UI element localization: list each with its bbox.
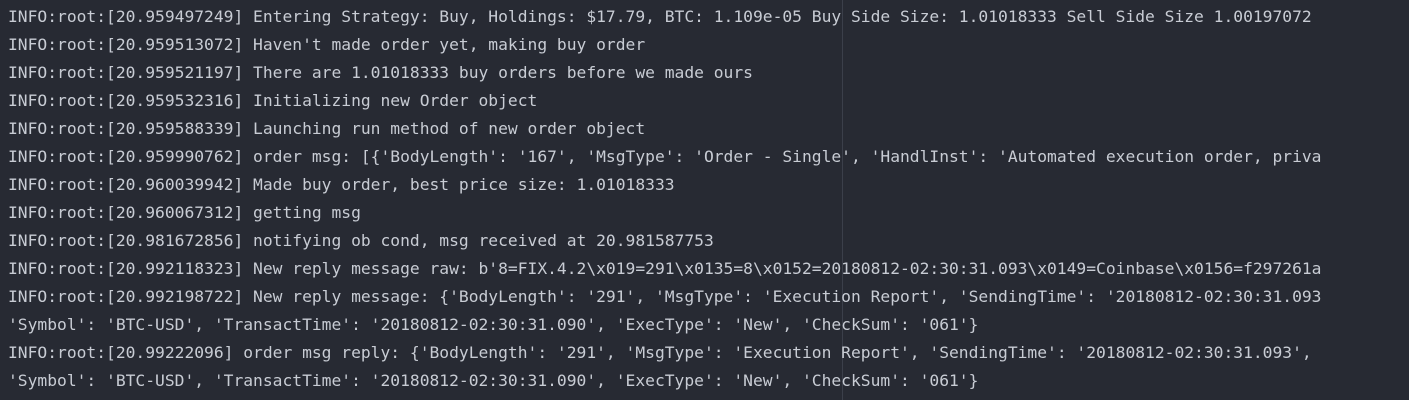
- log-line: INFO:root:[20.959497249] Entering Strate…: [8, 7, 1312, 26]
- log-line: INFO:root:[20.959532316] Initializing ne…: [8, 91, 538, 110]
- log-line: INFO:root:[20.981672856] notifying ob co…: [8, 231, 714, 250]
- log-line: 'Symbol': 'BTC-USD', 'TransactTime': '20…: [8, 315, 979, 334]
- log-line: INFO:root:[20.959990762] order msg: [{'B…: [8, 147, 1322, 166]
- log-line: INFO:root:[20.992198722] New reply messa…: [8, 287, 1322, 306]
- log-line: INFO:root:[20.99222096] order msg reply:…: [8, 343, 1312, 362]
- log-line: INFO:root:[20.959521197] There are 1.010…: [8, 63, 753, 82]
- log-line: INFO:root:[20.959513072] Haven't made or…: [8, 35, 646, 54]
- log-line: INFO:root:[20.992118323] New reply messa…: [8, 259, 1322, 278]
- log-line: 'Symbol': 'BTC-USD', 'TransactTime': '20…: [8, 371, 979, 390]
- log-line: INFO:root:[20.960067312] getting msg: [8, 203, 361, 222]
- log-line: INFO:root:[20.959588339] Launching run m…: [8, 119, 646, 138]
- log-line: INFO:root:[20.960039942] Made buy order,…: [8, 175, 675, 194]
- terminal-output[interactable]: INFO:root:[20.959497249] Entering Strate…: [0, 0, 1409, 400]
- log-lines: INFO:root:[20.959497249] Entering Strate…: [8, 3, 1322, 395]
